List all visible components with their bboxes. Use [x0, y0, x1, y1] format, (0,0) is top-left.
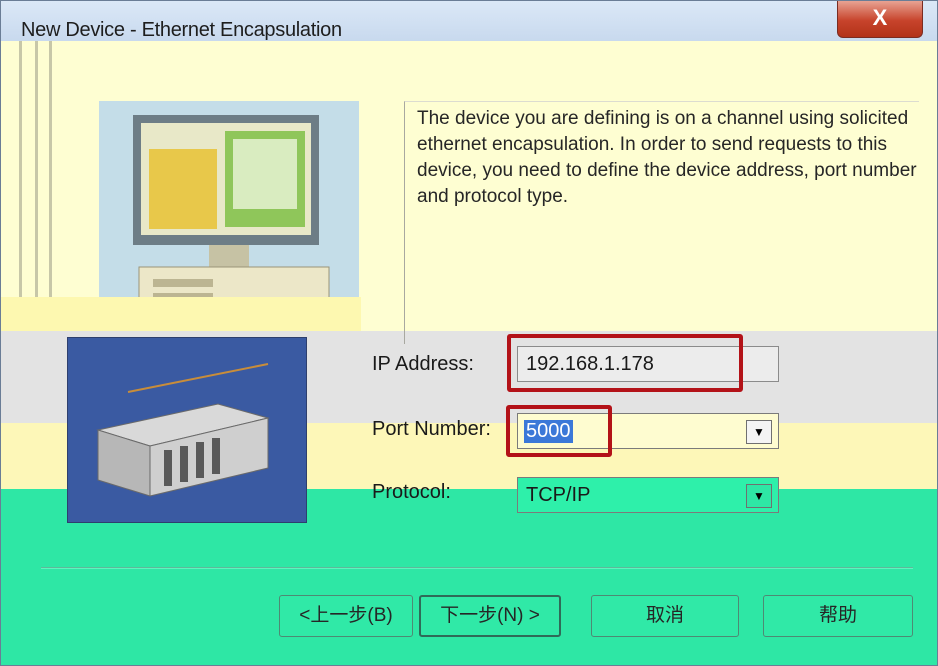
- protocol-label: Protocol:: [372, 481, 451, 503]
- close-button[interactable]: X: [837, 1, 923, 38]
- mid-band: [1, 297, 361, 331]
- description-panel: The device you are defining is on a chan…: [404, 101, 919, 344]
- port-number-label: Port Number:: [372, 418, 491, 440]
- close-icon: X: [872, 5, 888, 30]
- chevron-down-icon[interactable]: ▼: [746, 420, 772, 444]
- protocol-select[interactable]: TCP/IP ▼: [517, 477, 779, 513]
- window-title: New Device - Ethernet Encapsulation: [21, 19, 342, 41]
- back-button[interactable]: <上一步(B): [279, 595, 413, 637]
- ip-address-label: IP Address:: [372, 353, 474, 375]
- wizard-dialog: New Device - Ethernet Encapsulation X Th…: [0, 0, 938, 666]
- chevron-down-icon[interactable]: ▼: [746, 484, 772, 508]
- button-separator: [41, 567, 913, 569]
- next-button[interactable]: 下一步(N) >: [419, 595, 561, 637]
- title-bar: New Device - Ethernet Encapsulation X: [1, 1, 937, 41]
- protocol-value: TCP/IP: [526, 484, 591, 506]
- plc-device-icon: [96, 363, 270, 497]
- description-text: The device you are defining is on a chan…: [417, 108, 917, 207]
- ip-address-highlight: [507, 334, 743, 392]
- device-illustration: [67, 337, 307, 523]
- port-number-highlight: [506, 405, 612, 457]
- header-band: [1, 41, 937, 67]
- help-button[interactable]: 帮助: [763, 595, 913, 637]
- cancel-button[interactable]: 取消: [591, 595, 739, 637]
